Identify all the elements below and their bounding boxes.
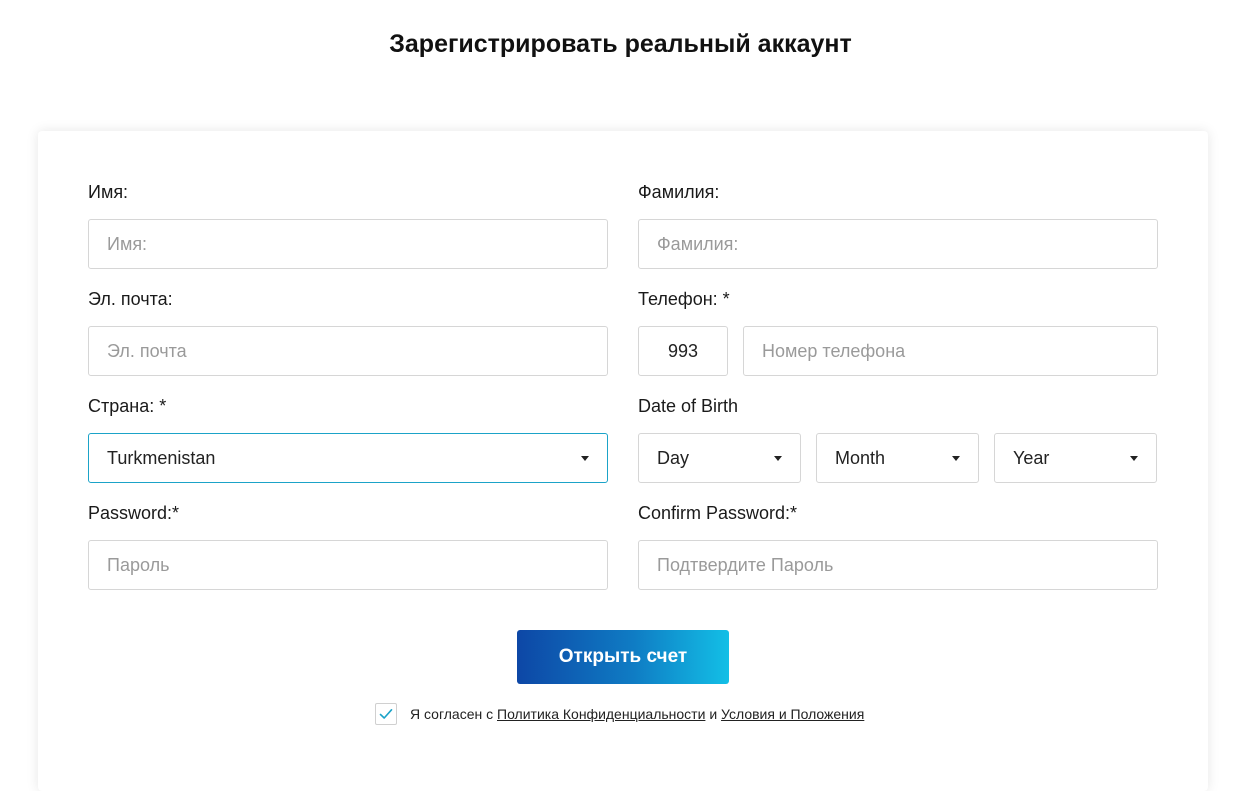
agree-checkbox[interactable] (375, 703, 397, 725)
agreement-row: Я согласен с Политика Конфиденциальности… (375, 703, 864, 725)
dob-day-value: Day (657, 447, 690, 468)
dob-month-select[interactable]: Month (816, 433, 979, 483)
country-select[interactable]: Turkmenistan (88, 433, 608, 483)
country-label: Страна: * (88, 396, 167, 416)
phone-number-input[interactable] (743, 326, 1158, 376)
dob-label: Date of Birth (638, 396, 739, 416)
confirm-password-input[interactable] (638, 540, 1158, 590)
caret-down-icon (774, 455, 782, 461)
page-title: Зарегистрировать реальный аккаунт (389, 30, 852, 58)
dob-day-select[interactable]: Day (638, 433, 801, 483)
privacy-policy-link[interactable]: Политика Конфиденциальности (497, 706, 705, 722)
password-label: Password:* (88, 503, 180, 523)
password-input[interactable] (88, 540, 608, 590)
phone-code-value: 993 (667, 340, 699, 361)
phone-code-field[interactable]: 993 (638, 326, 728, 376)
confirm-password-label: Confirm Password:* (638, 503, 798, 523)
country-select-value: Turkmenistan (107, 447, 216, 468)
last-name-label: Фамилия: (638, 182, 720, 202)
dob-year-value: Year (1013, 447, 1050, 468)
caret-down-icon (952, 455, 960, 461)
email-label: Эл. почта: (88, 289, 173, 309)
agree-conjunction-text: и (709, 706, 718, 722)
caret-down-icon (1130, 455, 1138, 461)
last-name-input[interactable] (638, 219, 1158, 269)
agree-prefix-text: Я согласен с (410, 706, 494, 722)
first-name-label: Имя: (88, 182, 129, 202)
terms-link[interactable]: Условия и Положения (721, 706, 864, 722)
open-account-button[interactable]: Открыть счет (517, 630, 729, 684)
first-name-input[interactable] (88, 219, 608, 269)
phone-label: Телефон: * (638, 289, 730, 309)
checkmark-icon (379, 709, 393, 719)
caret-down-icon (581, 455, 589, 461)
dob-year-select[interactable]: Year (994, 433, 1157, 483)
email-input[interactable] (88, 326, 608, 376)
dob-month-value: Month (835, 447, 886, 468)
